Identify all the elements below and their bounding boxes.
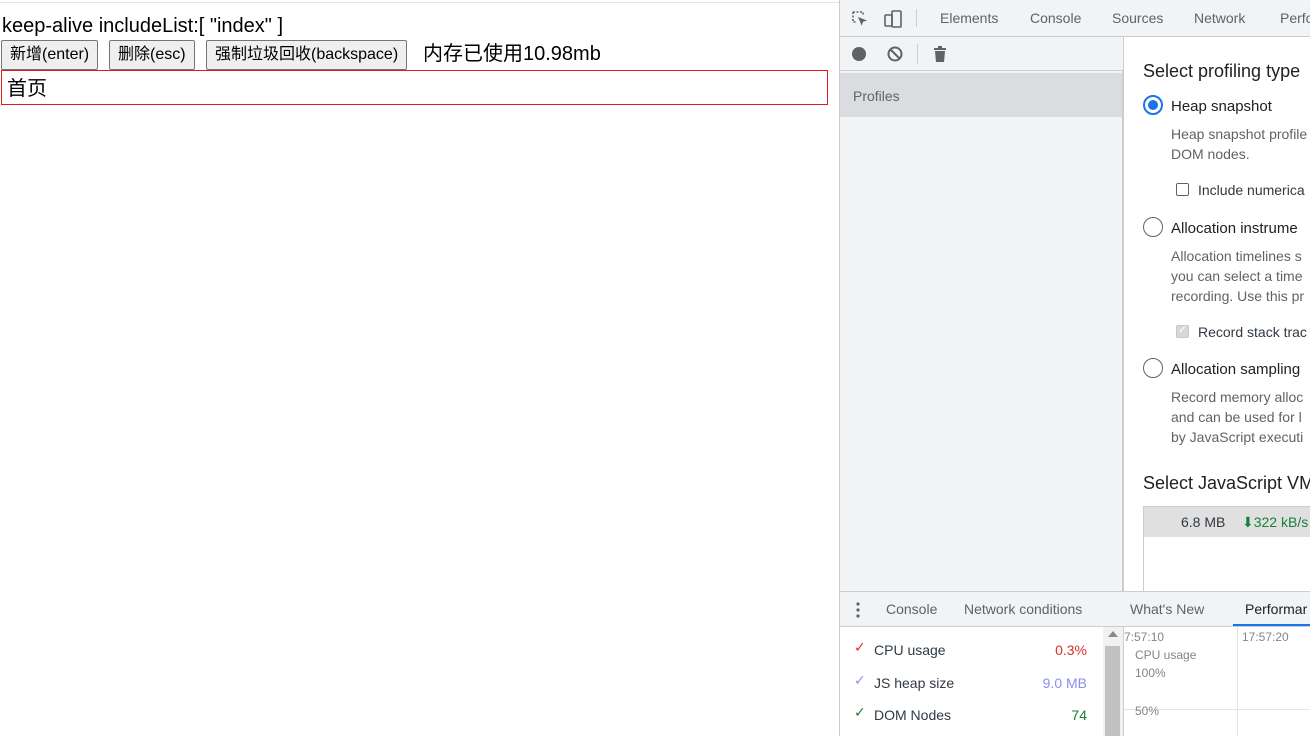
allocation-sampling-label[interactable]: Allocation sampling (1171, 361, 1300, 378)
record-stack-traces-checkbox[interactable] (1176, 323, 1189, 338)
metric-label: CPU usage (874, 642, 946, 658)
scroll-up-arrow-icon[interactable] (1108, 631, 1118, 637)
sidebar-item-profiles[interactable]: Profiles (840, 73, 1122, 117)
tab-performance[interactable]: Perfo (1280, 10, 1310, 26)
include-numerical-values-checkbox[interactable] (1176, 183, 1189, 196)
heap-snapshot-description: Heap snapshot profile (1171, 126, 1308, 142)
metric-value: 9.0 MB (1042, 675, 1087, 691)
check-icon: ✓ (854, 673, 866, 689)
scrollbar-thumb[interactable] (1105, 646, 1120, 736)
allocation-sampling-description: Record memory alloc (1171, 389, 1304, 405)
top-border (0, 2, 839, 3)
allocation-sampling-description: by JavaScript executi (1171, 429, 1304, 445)
profiling-type-panel: Select profiling type Heap snapshot Heap… (1123, 37, 1310, 591)
drawer-tab-network-conditions[interactable]: Network conditions (964, 601, 1082, 617)
clear-all-icon[interactable] (885, 44, 905, 64)
heap-snapshot-label[interactable]: Heap snapshot (1171, 98, 1272, 115)
memory-usage-text: 内存已使用10.98mb (423, 43, 601, 65)
page-label: 首页 (7, 78, 47, 100)
more-tools-menu-icon[interactable] (856, 601, 860, 619)
js-vm-list: 6.8 MB ⬇322 kB/s (1143, 506, 1310, 591)
tab-console[interactable]: Console (1030, 10, 1081, 26)
app-page: keep-alive includeList:[ "index" ] 新增(en… (0, 0, 839, 736)
graph-tick-label: 100% (1135, 666, 1166, 680)
metric-label: JS heap size (874, 675, 955, 691)
force-gc-button[interactable]: 强制垃圾回收(backspace) (206, 40, 408, 70)
sidebar-item-label: Profiles (853, 88, 900, 104)
allocation-instrumentation-description: recording. Use this pr (1171, 288, 1305, 304)
include-numerical-values-label[interactable]: Include numerica (1198, 182, 1305, 198)
time-label: 17:57:20 (1242, 630, 1289, 644)
keep-alive-page-box: 首页 (1, 70, 828, 105)
graph-tick-label: 50% (1135, 704, 1160, 718)
devtools-tabbar: Elements Console Sources Network Perfo (840, 0, 1310, 37)
page-title: keep-alive includeList:[ "index" ] (2, 15, 284, 37)
record-icon[interactable] (849, 44, 869, 64)
device-toolbar-icon[interactable] (883, 9, 903, 29)
check-icon: ✓ (854, 640, 866, 656)
devtools-panel: Elements Console Sources Network Perfo P… (839, 0, 1310, 736)
metric-js-heap-size[interactable]: ✓ JS heap size 9.0 MB (854, 673, 1102, 695)
drawer-tab-whats-new[interactable]: What's New (1130, 601, 1204, 617)
graph-series-label: CPU usage (1135, 648, 1197, 662)
js-vm-heading: Select JavaScript VM (1143, 473, 1310, 493)
record-stack-traces-label: Record stack trac (1198, 324, 1307, 340)
allocation-instrumentation-description: Allocation timelines s (1171, 248, 1302, 264)
allocation-sampling-radio[interactable] (1143, 358, 1163, 378)
time-gridline (1237, 627, 1238, 736)
metric-cpu-usage[interactable]: ✓ CPU usage 0.3% (854, 640, 1102, 662)
tab-network[interactable]: Network (1194, 10, 1245, 26)
performance-monitor: ✓ CPU usage 0.3% ✓ JS heap size 9.0 MB ✓… (840, 627, 1310, 736)
metrics-scrollbar[interactable] (1103, 627, 1123, 736)
drawer-tab-console[interactable]: Console (886, 601, 937, 617)
metric-dom-nodes[interactable]: ✓ DOM Nodes 74 (854, 705, 1102, 727)
delete-button[interactable]: 删除(esc) (109, 40, 195, 70)
metric-value: 74 (1071, 707, 1087, 723)
profiling-type-heading: Select profiling type (1143, 61, 1301, 81)
memory-toolbar (840, 37, 1123, 71)
check-icon: ✓ (854, 705, 866, 721)
add-button[interactable]: 新增(enter) (1, 40, 99, 70)
toolbar-divider (917, 44, 918, 64)
vm-heap-rate: ⬇322 kB/s (1242, 514, 1309, 530)
tab-elements[interactable]: Elements (940, 10, 998, 26)
allocation-sampling-description: and can be used for l (1171, 409, 1302, 425)
tab-sources[interactable]: Sources (1112, 10, 1163, 26)
metric-label: DOM Nodes (874, 707, 952, 723)
collect-garbage-icon[interactable] (930, 44, 950, 64)
metric-value: 0.3% (1055, 642, 1087, 658)
js-vm-row[interactable]: 6.8 MB ⬇322 kB/s (1144, 507, 1310, 537)
drawer-tab-performance-monitor[interactable]: Performar (1245, 601, 1307, 617)
cpu-usage-graph: 7:57:10 17:57:20 CPU usage 100% 50% (1123, 627, 1310, 736)
inspect-element-icon[interactable] (850, 9, 870, 29)
heap-snapshot-description: DOM nodes. (1171, 146, 1250, 162)
heap-snapshot-radio[interactable] (1143, 95, 1163, 115)
allocation-instrumentation-label[interactable]: Allocation instrume (1171, 220, 1298, 237)
allocation-instrumentation-radio[interactable] (1143, 217, 1163, 237)
drawer-tabbar: Console Network conditions What's New Pe… (840, 591, 1310, 627)
profiles-sidebar: Profiles (840, 71, 1123, 591)
time-label: 7:57:10 (1124, 630, 1165, 644)
toolbar-divider (916, 9, 917, 27)
active-tab-indicator (1233, 624, 1310, 626)
vm-heap-size: 6.8 MB (1181, 514, 1226, 530)
allocation-instrumentation-description: you can select a time (1171, 268, 1303, 284)
